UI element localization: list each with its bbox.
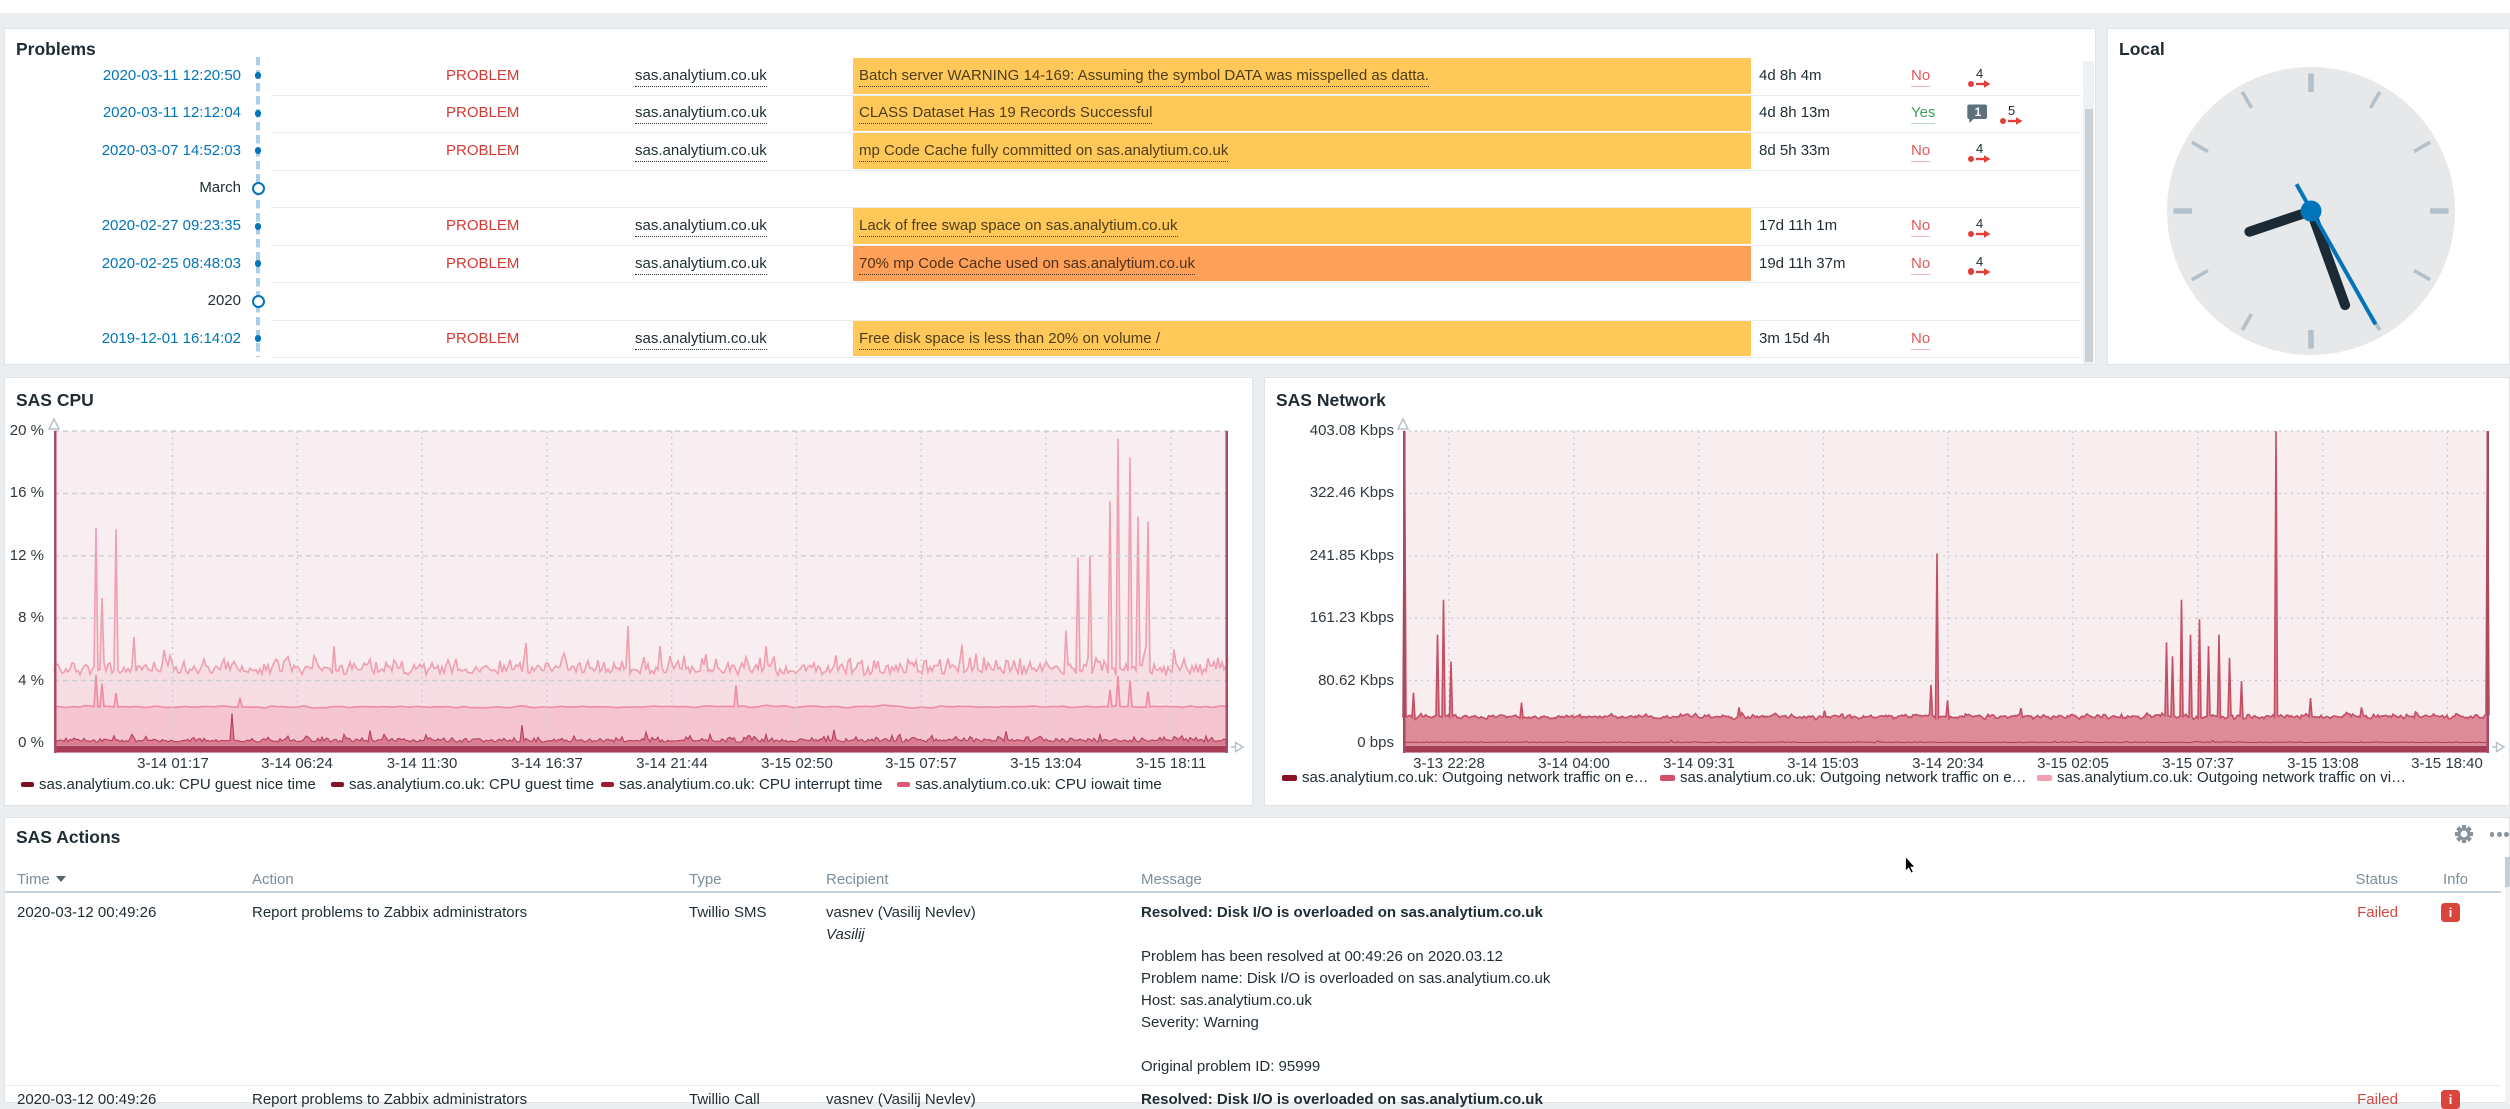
- svg-text:1: 1: [1975, 105, 1982, 119]
